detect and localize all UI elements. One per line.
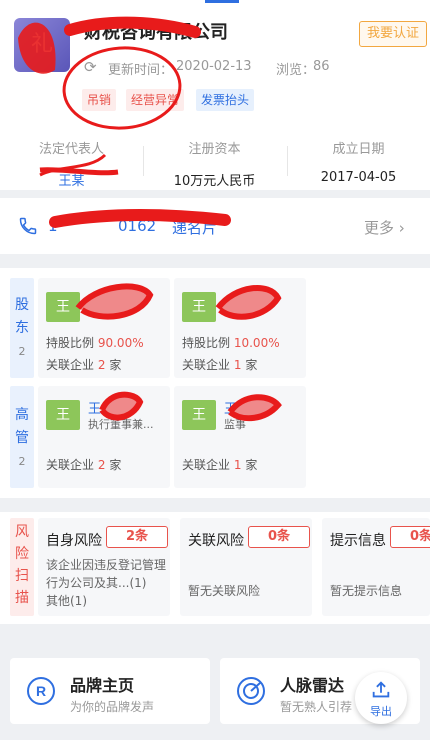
- risk-scan-label[interactable]: 风 险 扫 描: [10, 518, 34, 616]
- executive-name[interactable]: 王: [88, 398, 101, 417]
- brand-home-sub: 为你的品牌发声: [70, 700, 155, 714]
- risk-title: 提示信息: [330, 533, 386, 549]
- share-ratio: 持股比例 90.00%: [46, 336, 144, 350]
- views-label: 浏览：: [276, 63, 316, 78]
- shareholder-card[interactable]: 王 持股比例 10.00% 关联企业 1 家: [174, 278, 306, 378]
- legal-rep-value[interactable]: 王某: [0, 170, 143, 189]
- export-label: 导出: [370, 705, 392, 718]
- legal-rep-col[interactable]: 法定代表人 王某: [0, 138, 143, 189]
- views-value: 86: [313, 59, 330, 74]
- update-time-label: 更新时间：: [108, 63, 174, 78]
- company-header-card: 礼 财税咨询有限公司 我要认证 ⟳ 更新时间： 2020-02-13 浏览： 8…: [0, 0, 430, 190]
- svg-text:R: R: [36, 683, 46, 699]
- phone-number-tail[interactable]: 0162: [118, 217, 156, 235]
- phone-number[interactable]: 1: [48, 217, 58, 235]
- avatar: 王: [46, 292, 80, 322]
- tag-abnormal[interactable]: 经营异常: [126, 89, 185, 111]
- contact-row: 1 0162 递名片 更多 ›: [0, 198, 430, 254]
- brand-icon: R: [27, 677, 55, 705]
- executive-card[interactable]: 王 王 监事 关联企业 1 家: [174, 386, 306, 488]
- risk-desc: 该企业因违反登记管理行为公司及其...(1) 其他(1): [46, 558, 167, 608]
- risk-desc: 暂无关联风险: [188, 584, 261, 598]
- export-button[interactable]: 导出: [355, 672, 407, 724]
- company-logo: 礼: [14, 18, 70, 72]
- brand-home-card[interactable]: R 品牌主页 为你的品牌发声: [10, 658, 210, 724]
- people-section: 股 东 2 王 持股比例 90.00% 关联企业 2 家 王 持股比例 10.0…: [0, 268, 430, 498]
- executives-label[interactable]: 高 管 2: [10, 386, 34, 488]
- verify-button[interactable]: 我要认证: [359, 21, 427, 47]
- related-companies: 关联企业 2 家: [46, 358, 122, 372]
- more-link[interactable]: 更多 ›: [364, 217, 405, 238]
- update-time-value: 2020-02-13: [176, 59, 252, 74]
- chevron-right-icon: ›: [398, 219, 405, 237]
- capital-value: 10万元人民币: [173, 174, 256, 189]
- notice-card[interactable]: 提示信息 0条 暂无提示信息: [322, 518, 430, 616]
- risk-count-badge: 2条: [106, 526, 168, 548]
- risk-desc: 暂无提示信息: [330, 584, 403, 598]
- shareholder-card[interactable]: 王 持股比例 90.00% 关联企业 2 家: [38, 278, 170, 378]
- brand-home-title: 品牌主页: [70, 676, 135, 695]
- phone-icon[interactable]: [18, 216, 38, 236]
- tag-revoked[interactable]: 吊销: [82, 89, 117, 111]
- avatar: 王: [46, 400, 80, 430]
- company-name: 财税咨询有限公司: [84, 22, 228, 43]
- shareholders-label[interactable]: 股 东 2: [10, 278, 34, 378]
- avatar: 王: [182, 292, 216, 322]
- send-vcard-link[interactable]: 递名片: [172, 217, 217, 238]
- risk-section: 风 险 扫 描 自身风险 2条 该企业因违反登记管理行为公司及其...(1) 其…: [0, 512, 430, 624]
- executive-card[interactable]: 王 王 执行董事兼... 关联企业 2 家: [38, 386, 170, 488]
- risk-title: 自身风险: [46, 533, 102, 549]
- founded-col: 成立日期 2017-04-05: [287, 138, 430, 185]
- tag-invoice[interactable]: 发票抬头: [196, 89, 255, 111]
- upload-icon: [372, 681, 390, 698]
- related-companies: 关联企业 1 家: [182, 358, 258, 372]
- related-companies: 关联企业 2 家: [46, 458, 122, 472]
- related-companies: 关联企业 1 家: [182, 458, 258, 472]
- share-ratio: 持股比例 10.00%: [182, 336, 280, 350]
- founded-value: 2017-04-05: [320, 170, 397, 185]
- network-radar-title: 人脉雷达: [280, 676, 345, 695]
- self-risk-card[interactable]: 自身风险 2条 该企业因违反登记管理行为公司及其...(1) 其他(1): [38, 518, 170, 616]
- capital-label: 注册资本: [188, 142, 241, 157]
- related-risk-card[interactable]: 关联风险 0条 暂无关联风险: [180, 518, 312, 616]
- executive-name[interactable]: 王: [224, 398, 237, 417]
- top-indicator: [205, 0, 239, 3]
- refresh-icon[interactable]: ⟳: [84, 58, 97, 76]
- risk-count-badge: 0条: [390, 526, 430, 548]
- capital-col: 注册资本 10万元人民币: [143, 138, 286, 189]
- radar-icon: [237, 677, 265, 705]
- risk-title: 关联风险: [188, 533, 244, 549]
- network-radar-sub: 暂无熟人引荐: [280, 700, 353, 714]
- executive-role: 执行董事兼...: [88, 418, 154, 431]
- executive-role: 监事: [224, 418, 246, 431]
- risk-count-badge: 0条: [248, 526, 310, 548]
- avatar: 王: [182, 400, 216, 430]
- legal-rep-label: 法定代表人: [38, 142, 104, 157]
- founded-label: 成立日期: [332, 142, 385, 157]
